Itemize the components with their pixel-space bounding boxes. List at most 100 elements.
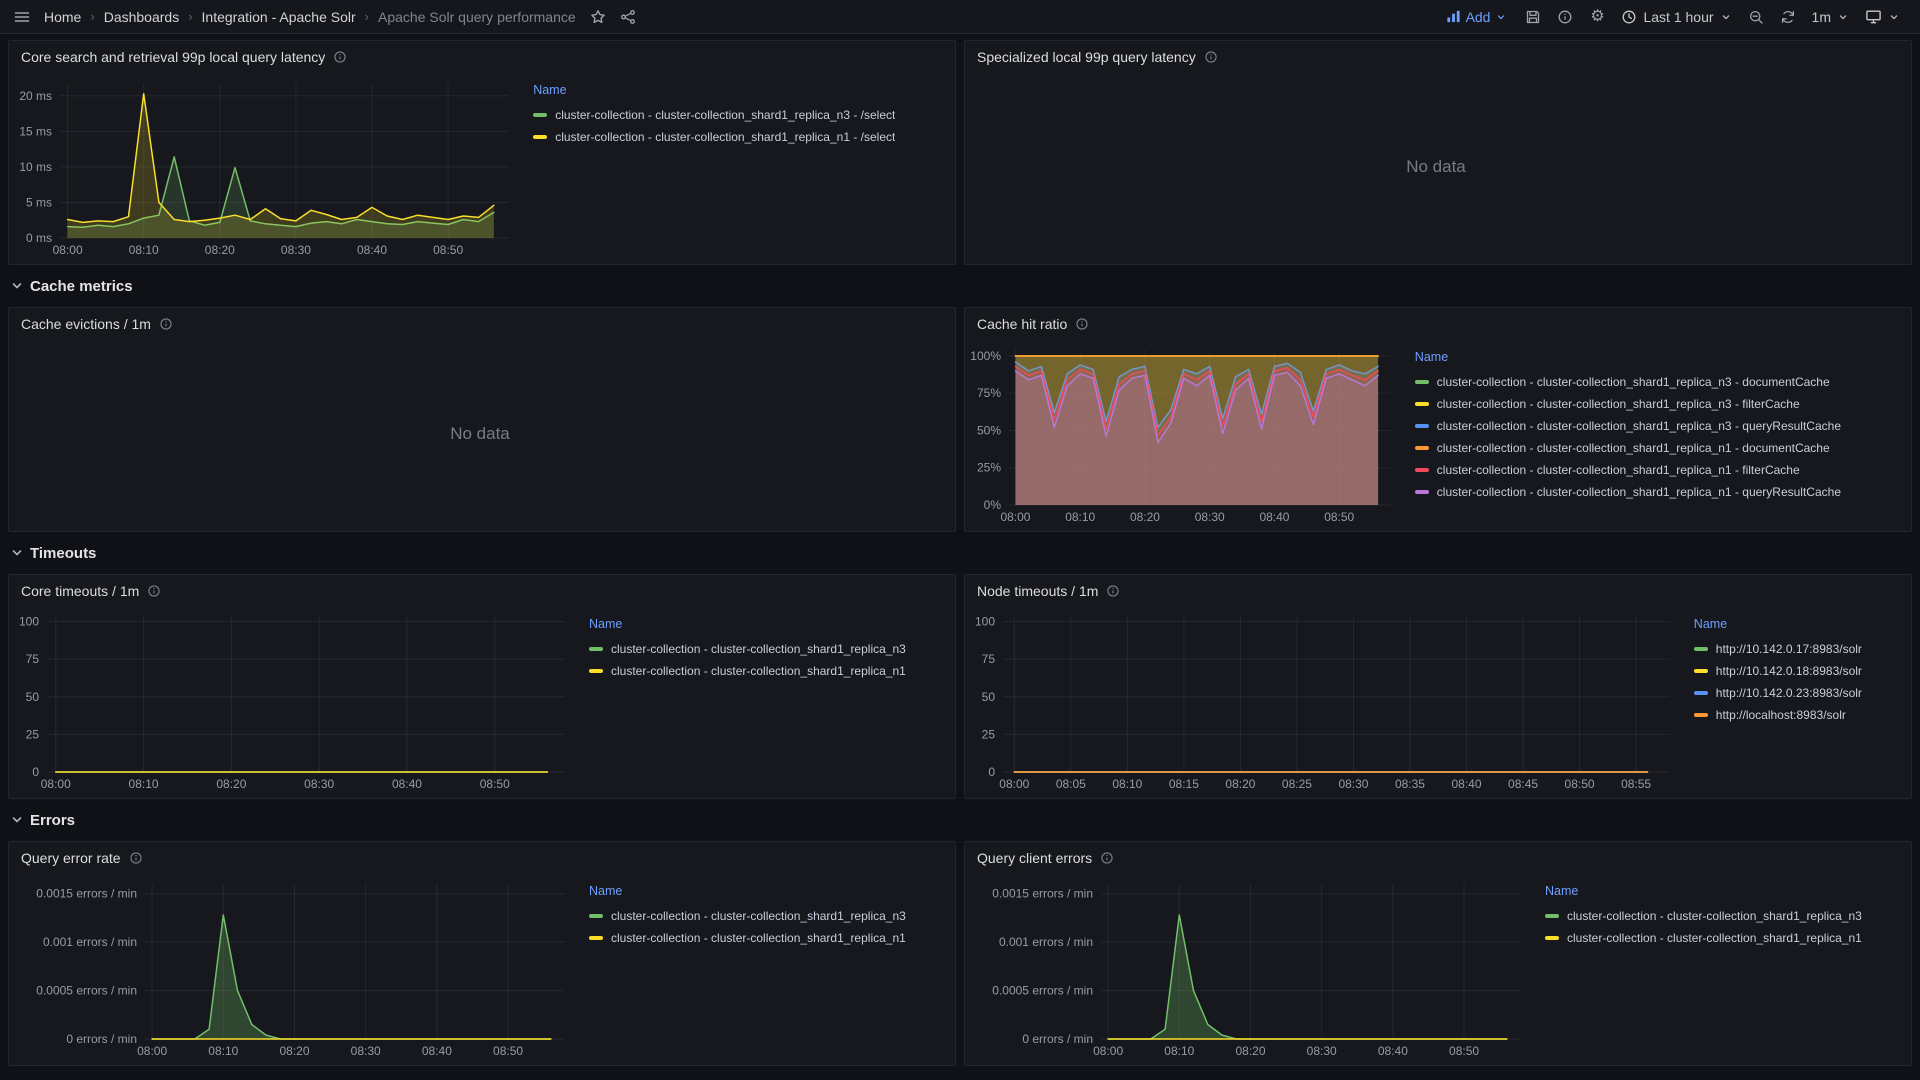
breadcrumb-dashboards[interactable]: Dashboards (104, 9, 180, 25)
legend-series-label[interactable]: http://10.142.0.18:8983/solr (1716, 664, 1862, 678)
chevron-down-icon (1839, 14, 1847, 19)
section-errors[interactable]: Errors (8, 805, 1912, 835)
legend-item[interactable]: http://localhost:8983/solr (1693, 704, 1901, 726)
legend-item[interactable]: cluster-collection - cluster-collection_… (589, 660, 945, 682)
info-icon[interactable] (129, 851, 143, 865)
time-range-picker[interactable]: Last 1 hour (1615, 9, 1737, 25)
breadcrumb-separator: › (90, 9, 95, 24)
svg-text:0.0005 errors / min: 0.0005 errors / min (36, 984, 137, 998)
info-icon[interactable] (1075, 317, 1089, 331)
legend-series-label[interactable]: cluster-collection - cluster-collection_… (611, 642, 906, 656)
legend-series-label[interactable]: cluster-collection - cluster-collection_… (611, 664, 906, 678)
legend-series-label[interactable]: http://localhost:8983/solr (1716, 708, 1846, 722)
legend-item[interactable]: cluster-collection - cluster-collection_… (533, 126, 945, 148)
refresh-button[interactable] (1774, 3, 1802, 31)
legend-item[interactable]: cluster-collection - cluster-collection_… (533, 104, 945, 126)
series-color-marker-icon (1414, 424, 1429, 428)
legend-item[interactable]: cluster-collection - cluster-collection_… (1545, 905, 1901, 927)
refresh-interval-dropdown[interactable]: 1m (1806, 9, 1855, 25)
section-title: Errors (30, 811, 76, 829)
info-icon[interactable] (147, 584, 161, 598)
favorite-star-button[interactable] (584, 3, 612, 31)
svg-text:20 ms: 20 ms (19, 89, 52, 103)
legend-name-header[interactable]: Name (589, 617, 945, 631)
breadcrumb-integration-apache-solr[interactable]: Integration - Apache Solr (202, 9, 356, 25)
legend-name-header[interactable]: Name (1694, 617, 1901, 631)
info-icon[interactable] (333, 50, 347, 64)
svg-text:0.0005 errors / min: 0.0005 errors / min (992, 984, 1093, 998)
legend-item[interactable]: cluster-collection - cluster-collection_… (1545, 927, 1901, 949)
share-button[interactable] (614, 3, 642, 31)
timeseries-chart-core-timeouts[interactable]: 0 25 50 75 100 08:00 08:10 08:20 08:30 08:40 08:50 (15, 607, 573, 794)
legend-series-label[interactable]: cluster-collection - cluster-collection_… (611, 909, 906, 923)
legend-item[interactable]: cluster-collection - cluster-collection_… (589, 638, 945, 660)
legend-item[interactable]: cluster-collection - cluster-collection_… (1414, 481, 1901, 503)
legend-item[interactable]: http://10.142.0.18:8983/solr (1693, 660, 1901, 682)
info-icon[interactable] (1100, 851, 1114, 865)
section-cache-metrics[interactable]: Cache metrics (8, 271, 1912, 301)
legend-item[interactable]: cluster-collection - cluster-collection_… (589, 905, 945, 927)
legend-item[interactable]: http://10.142.0.17:8983/solr (1693, 638, 1901, 660)
series-color-marker-icon (1693, 669, 1708, 673)
legend-series-label[interactable]: cluster-collection - cluster-collection_… (1437, 375, 1830, 389)
info-icon[interactable] (1204, 50, 1218, 64)
legend-series-label[interactable]: http://10.142.0.17:8983/solr (1716, 642, 1862, 656)
zoom-out-time-button[interactable] (1742, 3, 1770, 31)
chart-svg: 0 errors / min 0.0005 errors / min 0.001 e… (992, 884, 1521, 1058)
dashboard-insights-button[interactable] (1551, 3, 1579, 31)
save-dashboard-button[interactable] (1519, 3, 1547, 31)
svg-text:08:50: 08:50 (433, 243, 463, 257)
no-data-text: No data (1406, 156, 1466, 176)
legend-item[interactable]: cluster-collection - cluster-collection_… (589, 927, 945, 949)
series-color-marker-icon (1414, 468, 1429, 472)
legend-series-label[interactable]: cluster-collection - cluster-collection_… (1567, 931, 1862, 945)
panel-header[interactable]: Query client errors (965, 842, 1911, 874)
timeseries-chart-node-timeouts[interactable]: 0 25 50 75 100 08:00 08:05 08:10 08:15 08:20 08:25… (971, 607, 1678, 794)
legend-series-label[interactable]: http://10.142.0.23:8983/solr (1716, 686, 1862, 700)
series-color-marker-icon (1693, 713, 1708, 717)
legend-series-label[interactable]: cluster-collection - cluster-collection_… (1567, 909, 1862, 923)
timeseries-chart-query-client-errors[interactable]: 0 errors / min 0.0005 errors / min 0.001 e… (971, 874, 1529, 1061)
timeseries-chart-core-latency[interactable]: 0 ms 5 ms 10 ms 15 ms 20 ms 08:00 08:10 08:20 08… (15, 73, 517, 260)
legend-item[interactable]: cluster-collection - cluster-collection_… (1414, 459, 1901, 481)
legend-item[interactable]: http://10.142.0.23:8983/solr (1693, 682, 1901, 704)
panel-header[interactable]: Core timeouts / 1m (9, 575, 955, 607)
legend-item[interactable]: cluster-collection - cluster-collection_… (1414, 437, 1901, 459)
mega-menu-button[interactable] (8, 3, 36, 31)
svg-text:08:25: 08:25 (1282, 777, 1312, 791)
legend-series-label[interactable]: cluster-collection - cluster-collection_… (1437, 485, 1841, 499)
legend-series-label[interactable]: cluster-collection - cluster-collection_… (555, 130, 895, 144)
timeseries-chart-cache-hit-ratio[interactable]: 0% 25% 50% 75% 100% 08:00 08:10 08:20 08:30 08:40… (970, 340, 1399, 527)
panel-header[interactable]: Node timeouts / 1m (965, 575, 1911, 607)
legend-series-label[interactable]: cluster-collection - cluster-collection_… (1437, 419, 1841, 433)
legend-item[interactable]: cluster-collection - cluster-collection_… (1414, 393, 1901, 415)
add-panel-button[interactable]: Add (1446, 9, 1508, 25)
legend-name-header[interactable]: Name (1415, 350, 1901, 364)
legend-series-label[interactable]: cluster-collection - cluster-collection_… (611, 931, 906, 945)
panel-core-latency: Core search and retrieval 99p local quer… (8, 40, 956, 265)
breadcrumb-home[interactable]: Home (44, 9, 81, 25)
panel-header[interactable]: Query error rate (9, 842, 955, 874)
panel-header[interactable]: Cache evictions / 1m (9, 308, 955, 340)
legend-series-label[interactable]: cluster-collection - cluster-collection_… (555, 108, 895, 122)
panel-header[interactable]: Specialized local 99p query latency (965, 41, 1911, 73)
kiosk-mode-button[interactable] (1859, 8, 1906, 25)
share-icon (620, 9, 635, 24)
dashboard-settings-button[interactable]: ⚙ (1583, 3, 1611, 31)
timeseries-chart-query-error-rate[interactable]: 0 errors / min 0.0005 errors / min 0.001 e… (15, 874, 573, 1061)
legend-series-label[interactable]: cluster-collection - cluster-collection_… (1437, 397, 1800, 411)
panel-header[interactable]: Core search and retrieval 99p local quer… (9, 41, 955, 73)
section-timeouts[interactable]: Timeouts (8, 538, 1912, 568)
info-icon[interactable] (1106, 584, 1120, 598)
legend-item[interactable]: cluster-collection - cluster-collection_… (1414, 371, 1901, 393)
legend-item[interactable]: cluster-collection - cluster-collection_… (1414, 415, 1901, 437)
legend-series-label[interactable]: cluster-collection - cluster-collection_… (1437, 463, 1800, 477)
legend-name-header[interactable]: Name (1545, 884, 1901, 898)
info-icon[interactable] (159, 317, 173, 331)
legend-name-header[interactable]: Name (589, 884, 945, 898)
panel-header[interactable]: Cache hit ratio (965, 308, 1911, 340)
legend-name-header[interactable]: Name (533, 83, 945, 97)
legend-series-label[interactable]: cluster-collection - cluster-collection_… (1437, 441, 1830, 455)
svg-text:08:20: 08:20 (216, 777, 246, 791)
refresh-interval-label: 1m (1811, 8, 1831, 25)
